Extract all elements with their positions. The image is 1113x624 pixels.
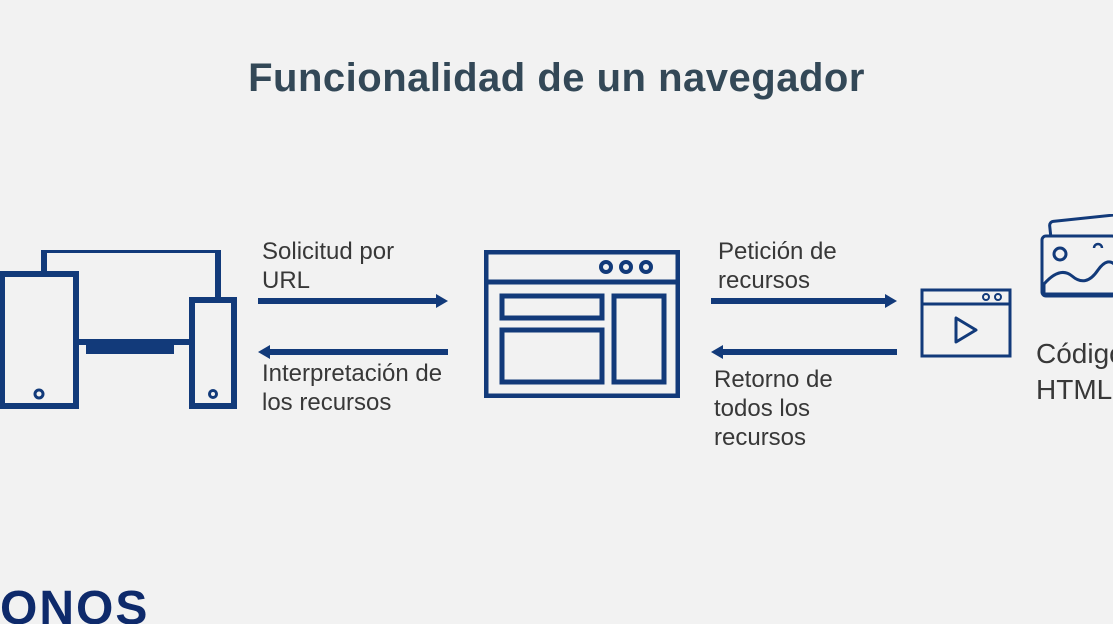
label-request-url: Solicitud por URL — [262, 238, 442, 296]
arrow-right-icon — [711, 294, 897, 308]
devices-icon — [0, 250, 238, 410]
label-interpret: Interpretación de los recursos — [262, 360, 472, 418]
label-request-url-text: Solicitud por URL — [262, 238, 394, 294]
arrow-right-icon — [258, 294, 448, 308]
label-interpret-text: Interpretación de los recursos — [262, 360, 442, 416]
label-codigo-html: Código HTML — [1036, 336, 1113, 409]
diagram-canvas: Funcionalidad de un navegador Solicitud … — [0, 0, 1113, 624]
arrow-left-icon — [258, 345, 448, 359]
arrow-left-icon — [711, 345, 897, 359]
video-box-icon — [920, 288, 1012, 358]
images-stack-icon — [1038, 214, 1113, 304]
label-request-resources-text: Petición de recursos — [718, 238, 837, 294]
label-codigo-line2: HTML — [1036, 372, 1113, 408]
diagram-title: Funcionalidad de un navegador — [0, 56, 1113, 101]
brand-fragment: ONOS — [0, 581, 149, 624]
label-return-resources-text: Retorno de todos los recursos — [714, 366, 833, 451]
label-codigo-line1: Código — [1036, 336, 1113, 372]
browser-window-icon — [484, 250, 680, 398]
label-return-resources: Retorno de todos los recursos — [714, 366, 884, 452]
label-request-resources: Petición de recursos — [718, 238, 888, 296]
